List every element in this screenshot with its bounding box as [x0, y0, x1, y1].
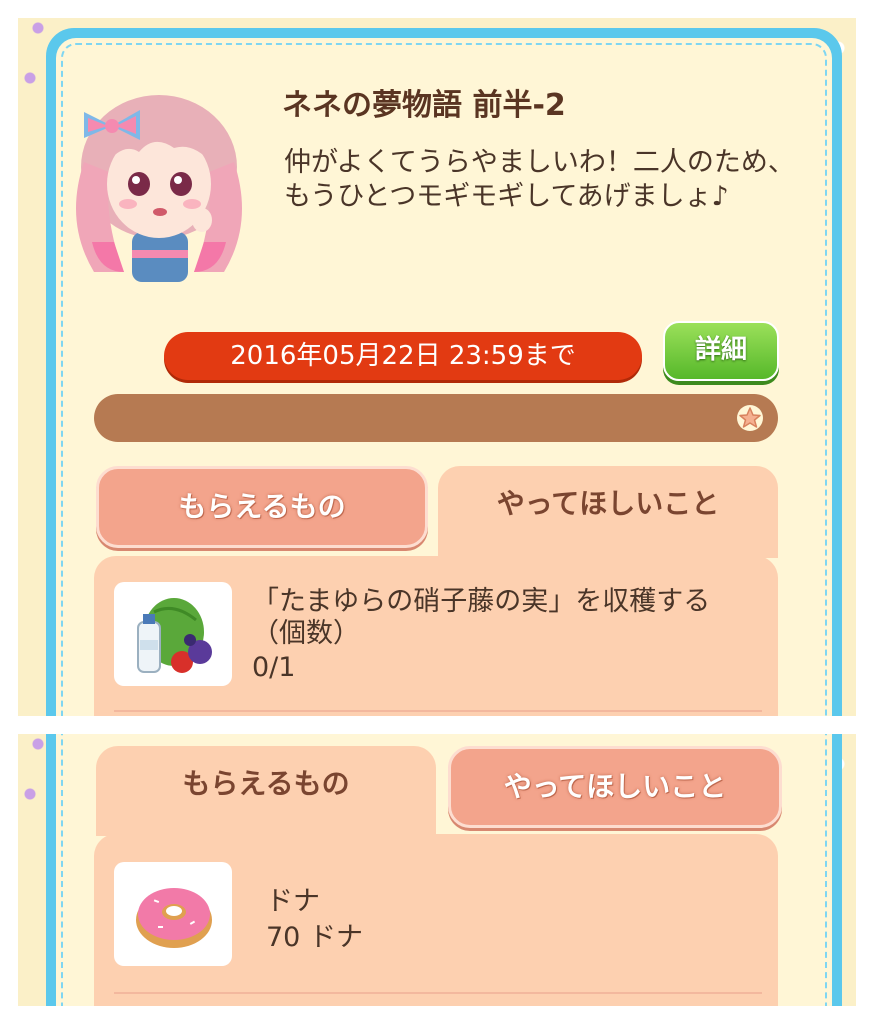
- mission-title: ネネの夢物語 前半-2: [282, 88, 566, 123]
- vegetables-milk-icon: [114, 582, 232, 686]
- tab-requests[interactable]: やってほしいこと: [448, 746, 782, 828]
- tab-rewards[interactable]: もらえるもの: [96, 746, 436, 836]
- mission-panel-rewards: もらえるもの やってほしいこと ドナ 70 ドナ: [18, 734, 856, 1006]
- request-text: 「たまゆらの硝子藤の実」を収穫する（個数）: [252, 586, 711, 649]
- star-icon: [737, 405, 763, 431]
- mission-description: 仲がよくてうらやましいわ！二人のため、もうひとつモギモギしてあげましょ♪: [284, 147, 795, 212]
- mission-progress-bar: [94, 394, 778, 442]
- tab-rewards[interactable]: もらえるもの: [96, 466, 428, 548]
- mission-panel-requests: ネネの夢物語 前半-2 仲がよくてうらやましいわ！二人のため、もうひとつモギモギ…: [18, 18, 856, 716]
- tab-requests[interactable]: やってほしいこと: [438, 466, 778, 558]
- detail-button[interactable]: 詳細: [663, 321, 779, 381]
- deadline-badge: 2016年05月22日 23:59まで: [164, 332, 642, 380]
- request-count: 0/1: [252, 652, 296, 683]
- row-divider: [114, 710, 762, 712]
- row-divider: [114, 992, 762, 994]
- character-avatar: [76, 95, 242, 282]
- reward-amount: 70 ドナ: [266, 922, 363, 953]
- reward-name: ドナ: [266, 886, 320, 917]
- donut-icon: [114, 862, 232, 966]
